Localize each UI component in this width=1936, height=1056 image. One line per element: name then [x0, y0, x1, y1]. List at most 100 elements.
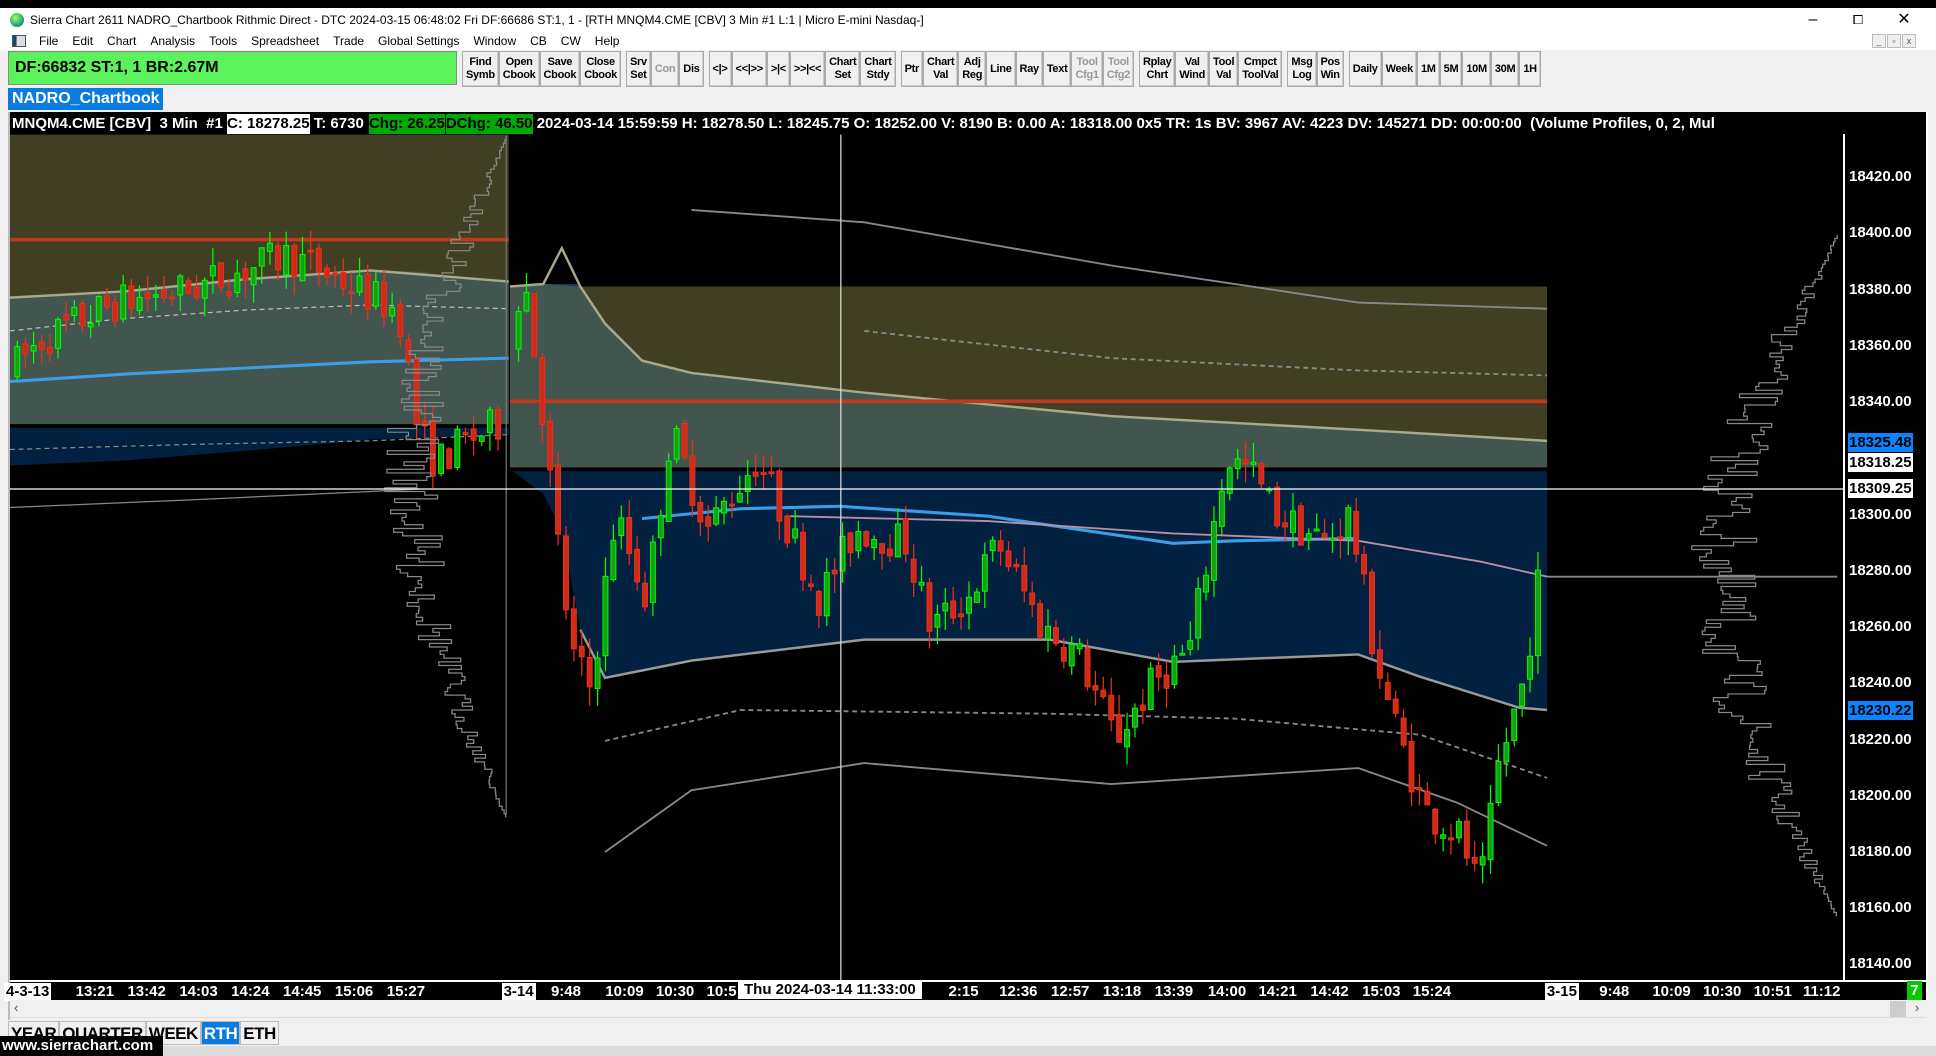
menu-tools[interactable]: Tools [202, 34, 244, 48]
sierra-chart-logo-icon [10, 13, 24, 27]
toolbar-button-xxxxx[interactable]: <<|>> [731, 51, 767, 87]
price-marker-vwap: 18325.48 [1848, 432, 1913, 452]
horizontal-scrollbar[interactable]: ‹ › [10, 1000, 1926, 1018]
tab-eth[interactable]: ETH [240, 1021, 279, 1045]
scrollbar-thumb[interactable] [1890, 1001, 1906, 1017]
time-label: 15:24 [1412, 983, 1452, 1000]
time-label: 3-14 [501, 983, 536, 1001]
toolbar-button-close-cbook[interactable]: Close Cbook [580, 51, 621, 87]
menu-chart[interactable]: Chart [100, 34, 143, 48]
toolbar-button-open-cbook[interactable]: Open Cbook [498, 51, 540, 87]
time-axis[interactable]: 4-3-13 13:21 13:42 14:03 14:24 14:45 15:06 15:2… [4, 980, 1926, 1001]
menu-file[interactable]: File [32, 34, 65, 48]
close-button[interactable]: ✕ [1884, 8, 1924, 32]
toolbar-button-srv-set[interactable]: Srv Set [625, 51, 651, 87]
toolbar-button-val-wind[interactable]: Val Wind [1175, 51, 1209, 87]
toolbar-button-chart-val[interactable]: Chart Val [923, 51, 959, 87]
maximize-button[interactable]: ⧠ [1838, 8, 1878, 32]
toolbar-button-tool-val[interactable]: Tool Val [1209, 51, 1239, 87]
toolbar-button-text[interactable]: Text [1042, 51, 1072, 87]
scroll-right-icon[interactable]: › [1908, 1000, 1926, 1018]
toolbar-button-con[interactable]: Con [650, 51, 680, 87]
header-trades: T: 6730 [309, 115, 368, 132]
toolbar-button-rplay-chrt[interactable]: Rplay Chrt [1138, 51, 1176, 87]
time-label: 13:18 [1102, 983, 1142, 1000]
toolbar-group: Rplay Chrt Val Wind Tool Val Cmpct ToolVal [1138, 51, 1283, 87]
time-label: 10:30 [1702, 983, 1742, 1000]
time-label: 11:12 [1802, 983, 1841, 1000]
header-symbol: MNQM4.CME [CBV] 3 Min #1 [12, 115, 228, 132]
time-label: 12:57 [1051, 983, 1090, 1000]
time-label: 14:03 [179, 983, 218, 1000]
mdi-minimize-button[interactable]: _ [1872, 34, 1886, 48]
toolbar-button-1m[interactable]: 1M [1416, 51, 1440, 87]
time-label: 14:00 [1207, 983, 1247, 1000]
screen-top-edge [0, 0, 1936, 8]
toolbar-button-msg-log[interactable]: Msg Log [1287, 51, 1317, 87]
menu-cw[interactable]: CW [554, 34, 588, 48]
mdi-restore-button[interactable]: ▫ [1887, 34, 1901, 48]
cursor-time-label: Thu 2024-03-14 11:33:00 [738, 981, 922, 999]
time-label: 9:48 [550, 983, 581, 1000]
tab-rth[interactable]: RTH [200, 1021, 241, 1045]
time-label: 13:39 [1154, 983, 1194, 1000]
time-label: 12:36 [999, 983, 1038, 1000]
toolbar-button-xxx[interactable]: >|< [766, 51, 790, 87]
price-label: 18220.00 [1849, 730, 1912, 748]
toolbar-button-adj-reg[interactable]: Adj Reg [958, 51, 987, 87]
price-label: 18360.00 [1849, 336, 1912, 354]
price-label: 18300.00 [1849, 505, 1912, 523]
toolbar-button-chart-stdy[interactable]: Chart Stdy [860, 51, 896, 87]
toolbar-button-1h[interactable]: 1H [1519, 51, 1541, 87]
price-marker-lower: 18230.22 [1848, 700, 1913, 720]
time-label: 14:24 [231, 983, 270, 1000]
toolbar-button-daily[interactable]: Daily [1348, 51, 1382, 87]
menu-spreadsheet[interactable]: Spreadsheet [244, 34, 326, 48]
toolbar-button-5m[interactable]: 5M [1439, 51, 1463, 87]
menu-help[interactable]: Help [588, 34, 627, 48]
toolbar-button-week[interactable]: Week [1381, 51, 1417, 87]
price-label: 18420.00 [1849, 168, 1912, 186]
menu-global-settings[interactable]: Global Settings [371, 34, 466, 48]
toolbar-button-chart-set[interactable]: Chart Set [825, 51, 861, 87]
time-label: 4-3-13 [4, 983, 52, 1001]
toolbar-button-dis[interactable]: Dis [679, 51, 704, 87]
chartbook-tab[interactable]: NADRO_Chartbook [8, 88, 163, 110]
toolbar-button-30m[interactable]: 30M [1490, 51, 1520, 87]
price-label: 18260.00 [1849, 618, 1912, 636]
status-bar [163, 1046, 1936, 1056]
toolbar-button-find-symb[interactable]: Find Symb [462, 51, 499, 87]
scroll-left-icon[interactable]: ‹ [14, 1000, 18, 1015]
toolbar-group: Ptr Chart Val Adj Reg Line Ray Text Tool Cfg1 T… [900, 51, 1134, 87]
price-axis-line [1843, 134, 1845, 980]
menu-edit[interactable]: Edit [65, 34, 100, 48]
toolbar-button-tool-cfg1[interactable]: Tool Cfg1 [1071, 51, 1103, 87]
toolbar-button-tool-cfg2[interactable]: Tool Cfg2 [1102, 51, 1134, 87]
chart-area[interactable] [10, 112, 1928, 1000]
price-label: 18280.00 [1849, 561, 1912, 579]
time-label: 10:51 [1753, 983, 1792, 1000]
menu-analysis[interactable]: Analysis [143, 34, 202, 48]
toolbar-button-pos-win[interactable]: Pos Win [1316, 51, 1344, 87]
minimize-button[interactable]: – [1793, 8, 1833, 32]
toolbar-button-line[interactable]: Line [986, 51, 1016, 87]
toolbar-button-ptr[interactable]: Ptr [900, 51, 923, 87]
menu-window[interactable]: Window [466, 34, 523, 48]
header-change: Chg: 26.25 [367, 114, 445, 134]
document-icon[interactable] [12, 35, 26, 47]
menu-cb[interactable]: CB [523, 34, 554, 48]
time-label: 15:03 [1362, 983, 1401, 1000]
toolbar-button-ray[interactable]: Ray [1015, 51, 1043, 87]
toolbar-button-xxx[interactable]: <|> [708, 51, 732, 87]
time-label: 10:30 [655, 983, 695, 1000]
toolbar-button-cmpct-toolval[interactable]: Cmpct ToolVal [1238, 51, 1283, 87]
toolbar-button-xxxxx[interactable]: >>|<< [789, 51, 826, 87]
toolbar-group: Daily Week 1M 5M 10M 30M 1H [1348, 51, 1541, 87]
toolbar-button-save-cbook[interactable]: Save Cbook [539, 51, 581, 87]
menu-trade[interactable]: Trade [326, 34, 371, 48]
toolbar-button-10m[interactable]: 10M [1462, 51, 1491, 87]
chart-right-border [1926, 112, 1928, 1000]
mdi-close-button[interactable]: x [1902, 34, 1916, 48]
watermark: www.sierrachart.com [0, 1036, 163, 1056]
price-label: 18180.00 [1849, 842, 1912, 860]
